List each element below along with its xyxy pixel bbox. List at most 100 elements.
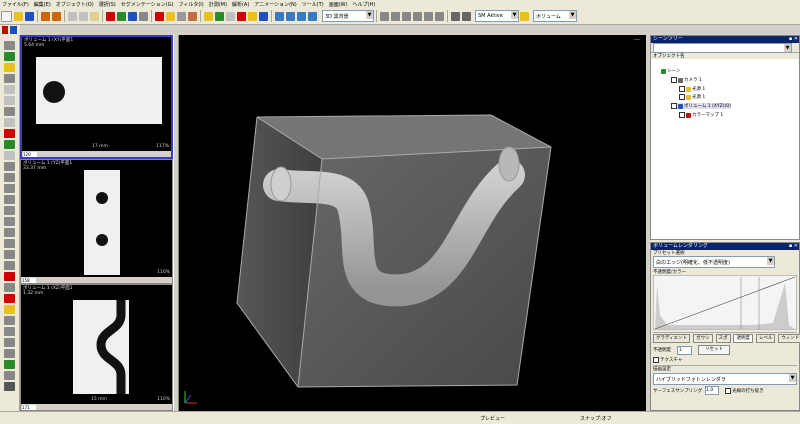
reset-button[interactable]: リセット xyxy=(698,345,730,355)
menu-item-4[interactable]: セグメンテーション(G) xyxy=(121,1,174,8)
cube-6-icon[interactable] xyxy=(435,11,444,21)
new-file-icon[interactable] xyxy=(1,10,12,22)
snapshot-icon[interactable] xyxy=(248,11,257,21)
menu-item-1[interactable]: 編集(E) xyxy=(34,1,51,8)
tool-32-icon[interactable] xyxy=(4,382,15,391)
zoom-icon[interactable] xyxy=(139,11,148,21)
paste-icon[interactable] xyxy=(90,11,99,21)
copy-icon[interactable] xyxy=(79,11,88,21)
tool-21-icon[interactable] xyxy=(4,261,15,270)
tool-27-icon[interactable] xyxy=(4,327,15,336)
menu-item-11[interactable]: ヘルプ(H) xyxy=(353,1,376,8)
tree-item-scene[interactable]: シーン xyxy=(661,68,680,74)
tab-gradient[interactable]: グラディエント xyxy=(653,334,691,343)
tree-item-light-1[interactable]: 光源 1 xyxy=(679,86,705,92)
bookmark-icon[interactable] xyxy=(2,26,8,34)
select-icon[interactable] xyxy=(117,11,126,21)
tool-2-icon[interactable] xyxy=(4,52,15,61)
cube-5-icon[interactable] xyxy=(424,11,433,21)
brush-icon[interactable] xyxy=(520,11,529,21)
tree-item-colormap[interactable]: カラーマップ 1 xyxy=(679,112,723,118)
slice-value[interactable]: 158 xyxy=(22,277,36,283)
color-scheme-combo[interactable]: SM Aktive ▼ xyxy=(475,10,519,22)
tool-18-icon[interactable] xyxy=(4,228,15,237)
cube-4-icon[interactable] xyxy=(413,11,422,21)
tree-item-light-2[interactable]: 光源 1 xyxy=(679,94,705,100)
texture-checkbox[interactable] xyxy=(653,357,659,363)
view-back-icon[interactable] xyxy=(286,11,295,21)
tool-31-icon[interactable] xyxy=(4,371,15,380)
visibility-checkbox[interactable] xyxy=(679,86,685,92)
tool-4-icon[interactable] xyxy=(4,74,15,83)
tool-30-icon[interactable] xyxy=(4,360,15,369)
view-side-icon[interactable] xyxy=(308,11,317,21)
open-folder-icon[interactable] xyxy=(14,11,23,21)
tool-11-icon[interactable] xyxy=(4,151,15,160)
undo-icon[interactable] xyxy=(41,11,50,21)
tool-8-icon[interactable] xyxy=(4,118,15,127)
volume-3d-view[interactable]: — xyxy=(179,35,646,411)
volume-combo[interactable]: ボリューム ▼ xyxy=(533,10,577,22)
panel-close-icon[interactable]: ▪ ✕ xyxy=(789,243,798,250)
tool-24-icon[interactable] xyxy=(4,294,15,303)
delete-icon[interactable] xyxy=(106,11,115,21)
tool-5-icon[interactable] xyxy=(4,85,15,94)
tab-gauss[interactable]: ガウシ xyxy=(693,334,713,343)
tool-12-icon[interactable] xyxy=(4,162,15,171)
tool-23-icon[interactable] xyxy=(4,283,15,292)
tool-19-icon[interactable] xyxy=(4,239,15,248)
tab-level[interactable]: レベル xyxy=(755,334,776,343)
target-icon[interactable] xyxy=(237,11,246,21)
cut-icon[interactable] xyxy=(68,11,77,21)
save-icon[interactable] xyxy=(25,11,34,21)
visibility-checkbox[interactable] xyxy=(671,77,677,83)
tool-29-icon[interactable] xyxy=(4,349,15,358)
center-icon[interactable] xyxy=(226,11,235,21)
tool-26-icon[interactable] xyxy=(4,316,15,325)
menu-item-2[interactable]: オブジェクト(O) xyxy=(56,1,94,8)
tab-spot[interactable]: スポ xyxy=(715,334,731,343)
visibility-checkbox[interactable] xyxy=(671,103,677,109)
cube-3-icon[interactable] xyxy=(402,11,411,21)
slice-view-xy[interactable]: ボリューム 1 (XY)平面1 5.64 mm 17 mm 117% 120 xyxy=(20,35,173,159)
redo-icon[interactable] xyxy=(52,11,61,21)
slice-view-xz[interactable]: ボリューム 1 (XZ)平面1 1.32 mm 15 mm 110% 171 xyxy=(20,284,173,411)
preset-combo[interactable]: 白のエッジ(明確化、低不透明度) ▼ xyxy=(653,256,775,268)
menu-item-0[interactable]: ファイル(F) xyxy=(2,1,29,8)
tool-16-icon[interactable] xyxy=(4,206,15,215)
tool-9-icon[interactable] xyxy=(4,129,15,138)
grid-icon[interactable] xyxy=(10,26,17,34)
angle-icon[interactable] xyxy=(188,11,197,21)
menu-item-5[interactable]: フィルタ(I) xyxy=(178,1,203,8)
transfer-function-graph[interactable] xyxy=(653,275,797,330)
visibility-checkbox[interactable] xyxy=(679,94,685,100)
segment-icon[interactable] xyxy=(166,11,175,21)
sampling-input[interactable]: 1.0 xyxy=(705,386,720,395)
ruler-icon[interactable] xyxy=(177,11,186,21)
tool-28-icon[interactable] xyxy=(4,338,15,347)
tool-17-icon[interactable] xyxy=(4,217,15,226)
tab-opacity[interactable]: 透明度 xyxy=(733,334,753,343)
menu-item-8[interactable]: アニメーション(N) xyxy=(254,1,296,8)
movie-icon[interactable] xyxy=(259,11,268,21)
tree-item-camera[interactable]: カメラ 1 xyxy=(671,77,702,83)
menu-item-3[interactable]: 選択(S) xyxy=(99,1,116,8)
rotate-icon[interactable] xyxy=(128,11,137,21)
tab-window[interactable]: ウィンドウ xyxy=(778,334,800,343)
cube-1-icon[interactable] xyxy=(380,11,389,21)
crop-icon[interactable] xyxy=(215,11,224,21)
opacity-input[interactable]: 1 xyxy=(677,345,692,355)
tool-22-icon[interactable] xyxy=(4,272,15,281)
tree-item-volume[interactable]: ボリューム 1 (XYZ)(0) xyxy=(671,103,731,109)
menu-item-7[interactable]: 解析(A) xyxy=(232,1,249,8)
panel-close-icon[interactable]: ▪ ✕ xyxy=(789,36,798,43)
tool-15-icon[interactable] xyxy=(4,195,15,204)
visibility-checkbox[interactable] xyxy=(679,112,685,118)
menu-item-9[interactable]: ツール(T) xyxy=(302,1,324,8)
tool-25-icon[interactable] xyxy=(4,305,15,314)
menu-item-6[interactable]: 計測(M) xyxy=(209,1,227,8)
cube-2-icon[interactable] xyxy=(391,11,400,21)
light-icon[interactable] xyxy=(204,11,213,21)
view-front-icon[interactable] xyxy=(275,11,284,21)
slice-value[interactable]: 171 xyxy=(22,404,36,410)
